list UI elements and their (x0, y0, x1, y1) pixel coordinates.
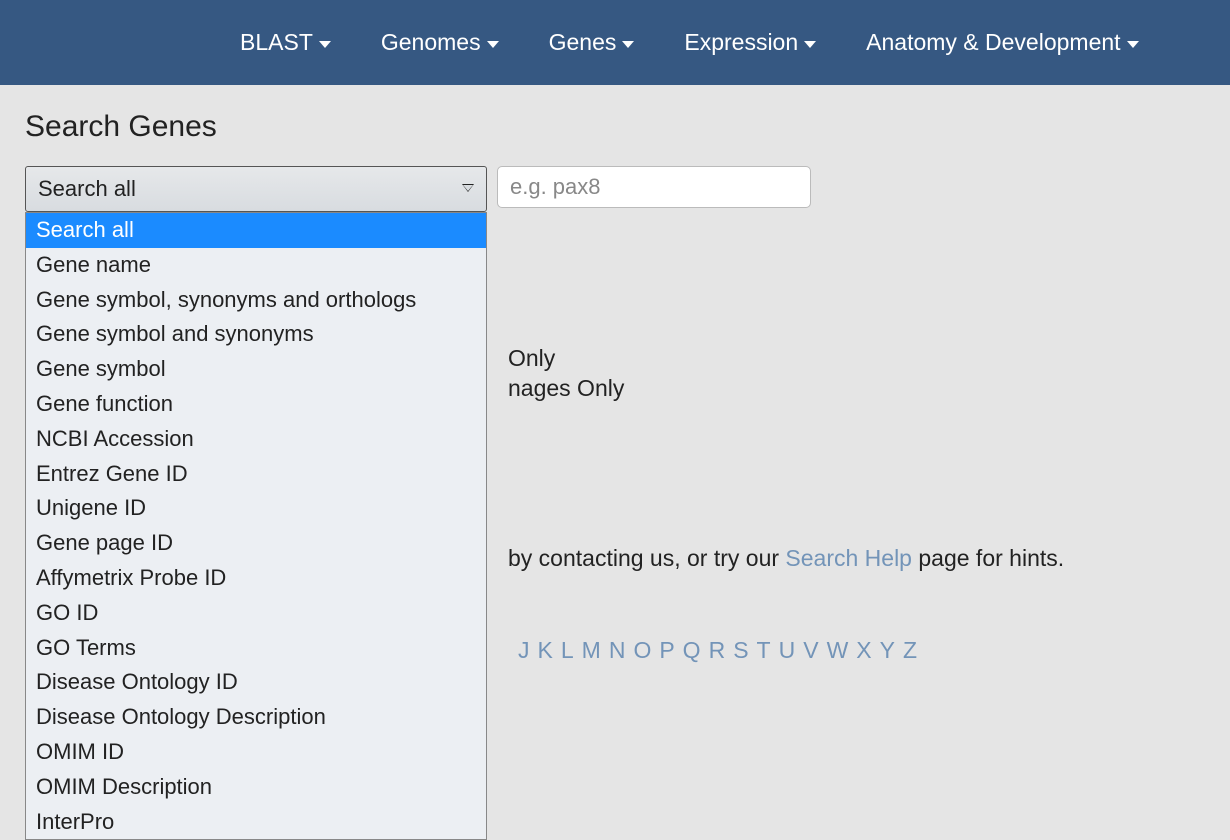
nav-item-genomes[interactable]: Genomes (381, 29, 499, 56)
alpha-link-j[interactable]: J (518, 637, 530, 664)
alpha-link-x[interactable]: X (856, 637, 871, 664)
partial-text-images-only: nages Only (508, 375, 624, 402)
alpha-link-m[interactable]: M (582, 637, 601, 664)
nav-label: Anatomy & Development (866, 29, 1120, 56)
chevron-down-icon (462, 184, 474, 194)
nav-item-expression[interactable]: Expression (684, 29, 816, 56)
nav-label: Genes (549, 29, 617, 56)
navbar: BLAST Genomes Genes Expression Anatomy &… (0, 0, 1230, 85)
alpha-index-row: J K L M N O P Q R S T U V W X Y Z (518, 637, 917, 664)
nav-label: Expression (684, 29, 798, 56)
nav-item-anatomy-development[interactable]: Anatomy & Development (866, 29, 1138, 56)
search-type-select[interactable]: Search all (25, 166, 487, 212)
option-gene-symbol-syn[interactable]: Gene symbol and synonyms (26, 317, 486, 352)
caret-down-icon (319, 41, 331, 48)
search-row: Search all Search all Gene name Gene sym… (25, 166, 1205, 212)
option-disease-ontology-id[interactable]: Disease Ontology ID (26, 665, 486, 700)
option-ncbi-accession[interactable]: NCBI Accession (26, 422, 486, 457)
help-suffix: page for hints. (912, 545, 1064, 571)
partial-text-only: Only (508, 345, 555, 372)
alpha-link-t[interactable]: T (757, 637, 771, 664)
search-input[interactable] (497, 166, 811, 208)
alpha-link-l[interactable]: L (561, 637, 574, 664)
search-type-select-wrapper: Search all Search all Gene name Gene sym… (25, 166, 487, 212)
alpha-link-u[interactable]: U (779, 637, 796, 664)
option-affymetrix-probe-id[interactable]: Affymetrix Probe ID (26, 561, 486, 596)
main-content: Search Genes Search all Search all Gene … (0, 85, 1230, 212)
select-value: Search all (38, 176, 136, 202)
option-gene-function[interactable]: Gene function (26, 387, 486, 422)
option-gene-name[interactable]: Gene name (26, 248, 486, 283)
option-interpro[interactable]: InterPro (26, 805, 486, 840)
alpha-link-k[interactable]: K (538, 637, 553, 664)
caret-down-icon (1127, 41, 1139, 48)
nav-label: BLAST (240, 29, 313, 56)
nav-item-genes[interactable]: Genes (549, 29, 635, 56)
option-search-all[interactable]: Search all (26, 213, 486, 248)
option-gene-page-id[interactable]: Gene page ID (26, 526, 486, 561)
option-gene-symbol[interactable]: Gene symbol (26, 352, 486, 387)
caret-down-icon (804, 41, 816, 48)
search-help-link[interactable]: Search Help (785, 545, 912, 571)
alpha-link-s[interactable]: S (733, 637, 748, 664)
alpha-link-n[interactable]: N (609, 637, 626, 664)
caret-down-icon (622, 41, 634, 48)
option-entrez-gene-id[interactable]: Entrez Gene ID (26, 457, 486, 492)
option-omim-id[interactable]: OMIM ID (26, 735, 486, 770)
alpha-link-q[interactable]: Q (683, 637, 701, 664)
alpha-link-w[interactable]: W (827, 637, 849, 664)
search-type-options: Search all Gene name Gene symbol, synony… (25, 212, 487, 840)
option-unigene-id[interactable]: Unigene ID (26, 491, 486, 526)
nav-item-blast[interactable]: BLAST (240, 29, 331, 56)
alpha-link-r[interactable]: R (709, 637, 726, 664)
page-title: Search Genes (25, 110, 1205, 144)
help-prefix: by contacting us, or try our (508, 545, 785, 571)
help-text-line: by contacting us, or try our Search Help… (508, 545, 1064, 572)
option-omim-description[interactable]: OMIM Description (26, 770, 486, 805)
alpha-link-y[interactable]: Y (880, 637, 895, 664)
caret-down-icon (487, 41, 499, 48)
option-gene-symbol-syn-ortho[interactable]: Gene symbol, synonyms and orthologs (26, 283, 486, 318)
alpha-link-v[interactable]: V (803, 637, 818, 664)
option-go-id[interactable]: GO ID (26, 596, 486, 631)
nav-label: Genomes (381, 29, 481, 56)
alpha-link-o[interactable]: O (633, 637, 651, 664)
alpha-link-p[interactable]: P (659, 637, 674, 664)
alpha-link-z[interactable]: Z (903, 637, 917, 664)
option-go-terms[interactable]: GO Terms (26, 631, 486, 666)
option-disease-ontology-description[interactable]: Disease Ontology Description (26, 700, 486, 735)
